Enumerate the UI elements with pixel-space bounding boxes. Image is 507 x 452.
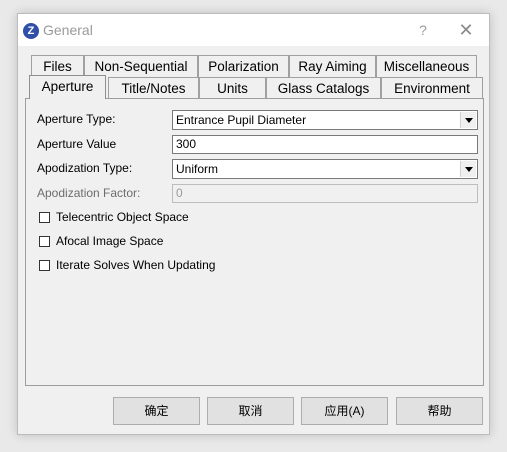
ok-button[interactable]: 确定 (113, 397, 200, 425)
tab-polarization[interactable]: Polarization (198, 55, 289, 77)
tab-files[interactable]: Files (31, 55, 84, 77)
iterate-solves-checkbox[interactable] (39, 260, 50, 271)
chevron-down-icon[interactable] (460, 112, 476, 128)
close-icon[interactable]: ✕ (454, 20, 478, 40)
app-logo-icon: Z (23, 23, 39, 39)
tab-ray-aiming[interactable]: Ray Aiming (289, 55, 376, 77)
apodization-factor-label: Apodization Factor: (37, 186, 141, 200)
iterate-solves-label: Iterate Solves When Updating (56, 258, 216, 272)
tab-miscellaneous[interactable]: Miscellaneous (376, 55, 477, 77)
aperture-type-select[interactable]: Entrance Pupil Diameter (172, 110, 478, 130)
tab-aperture[interactable]: Aperture (29, 75, 106, 99)
help-button[interactable]: 帮助 (396, 397, 483, 425)
cancel-button[interactable]: 取消 (207, 397, 294, 425)
aperture-panel: Aperture Type: Entrance Pupil Diameter A… (25, 98, 484, 386)
apodization-factor-input: 0 (172, 184, 478, 203)
afocal-checkbox[interactable] (39, 236, 50, 247)
aperture-type-value: Entrance Pupil Diameter (176, 113, 307, 127)
tab-non-sequential[interactable]: Non-Sequential (84, 55, 198, 77)
apply-button[interactable]: 应用(A) (301, 397, 388, 425)
tab-units[interactable]: Units (199, 77, 266, 99)
aperture-value-label: Aperture Value (37, 137, 117, 151)
chevron-down-icon[interactable] (460, 161, 476, 177)
help-icon[interactable]: ? (411, 20, 435, 40)
telecentric-checkbox[interactable] (39, 212, 50, 223)
tab-glass-catalogs[interactable]: Glass Catalogs (266, 77, 381, 99)
tab-title-notes[interactable]: Title/Notes (108, 77, 199, 99)
apodization-type-select[interactable]: Uniform (172, 159, 478, 179)
general-dialog: Z General ? ✕ Files Non-Sequential Polar… (17, 13, 490, 435)
window-title: General (43, 22, 93, 38)
aperture-value-input[interactable]: 300 (172, 135, 478, 154)
telecentric-label: Telecentric Object Space (56, 210, 189, 224)
apodization-type-label: Apodization Type: (37, 161, 133, 175)
afocal-label: Afocal Image Space (56, 234, 164, 248)
title-bar: Z General ? ✕ (18, 14, 489, 46)
aperture-type-label: Aperture Type: (37, 112, 116, 126)
apodization-type-value: Uniform (176, 162, 219, 176)
tab-environment[interactable]: Environment (381, 77, 483, 99)
